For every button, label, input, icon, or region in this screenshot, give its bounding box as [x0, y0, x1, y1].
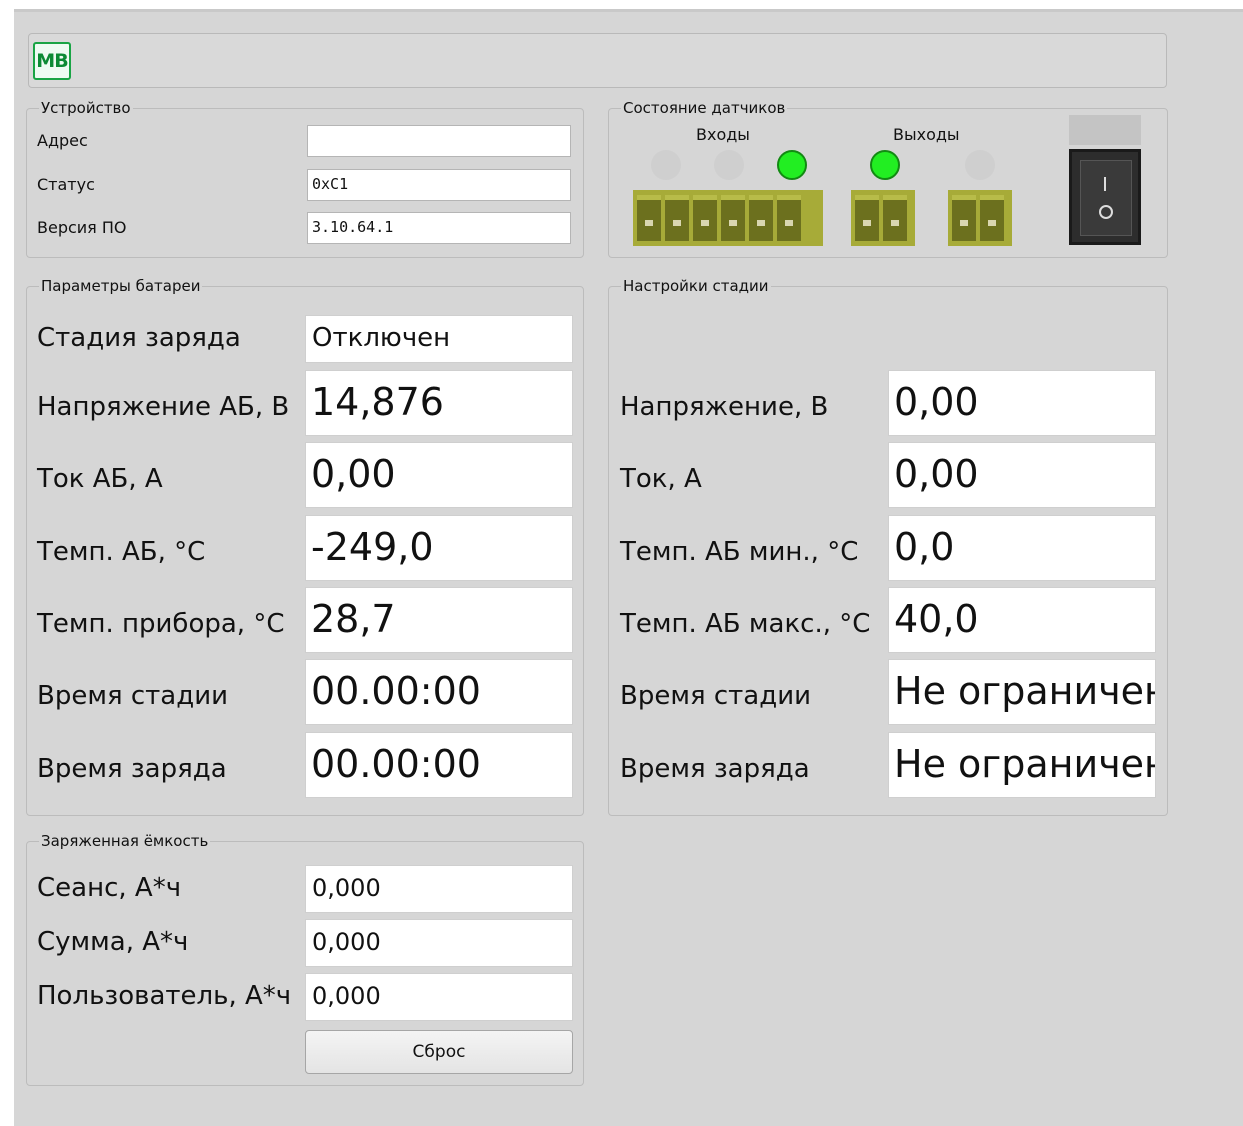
- input-led-1: [651, 150, 681, 180]
- input-connector: [633, 190, 823, 246]
- battery-temp-label: Темп. АБ, °C: [37, 537, 206, 567]
- inputs-label: Входы: [696, 125, 750, 144]
- user-capacity-label: Пользователь, А*ч: [37, 981, 292, 1011]
- capacity-group-title: Заряженная ёмкость: [39, 832, 211, 850]
- device-group-title: Устройство: [39, 99, 133, 117]
- toolbar: MB: [28, 33, 1167, 88]
- output-connector-2: [948, 190, 1012, 246]
- stage-time-field[interactable]: 00.00:00: [305, 659, 573, 725]
- output-connector-1: [851, 190, 915, 246]
- stage-voltage-field[interactable]: 0,00: [888, 370, 1156, 436]
- firmware-version-label: Версия ПО: [37, 218, 127, 237]
- total-capacity-label: Сумма, А*ч: [37, 927, 189, 957]
- power-switch-icon[interactable]: [1069, 149, 1141, 245]
- battery-group-title: Параметры батареи: [39, 277, 203, 295]
- battery-temp-field[interactable]: -249,0: [305, 515, 573, 581]
- max-temp-label: Темп. АБ макс., °C: [620, 609, 871, 639]
- charge-time-label: Время заряда: [37, 754, 227, 784]
- device-temp-label: Темп. прибора, °C: [37, 609, 285, 639]
- switch-rocker[interactable]: [1080, 160, 1132, 236]
- stage-time-limit-label: Время стадии: [620, 681, 812, 711]
- address-label: Адрес: [37, 131, 88, 150]
- min-temp-label: Темп. АБ мин., °C: [620, 537, 859, 567]
- battery-current-label: Ток АБ, А: [37, 464, 163, 494]
- switch-cap: [1069, 115, 1141, 145]
- sensors-group-title: Состояние датчиков: [621, 99, 788, 117]
- charge-stage-field[interactable]: Отключен: [305, 315, 573, 363]
- mb-logo-icon[interactable]: MB: [33, 42, 71, 80]
- session-capacity-field[interactable]: 0,000: [305, 865, 573, 913]
- charge-time-limit-field[interactable]: Не ограничен: [888, 732, 1156, 798]
- status-field[interactable]: 0xC1: [307, 169, 571, 201]
- stage-current-label: Ток, А: [620, 464, 702, 494]
- total-capacity-field[interactable]: 0,000: [305, 919, 573, 967]
- max-temp-field[interactable]: 40,0: [888, 587, 1156, 653]
- stage-voltage-label: Напряжение, В: [620, 392, 829, 422]
- input-led-2: [714, 150, 744, 180]
- stage-current-field[interactable]: 0,00: [888, 442, 1156, 508]
- firmware-version-field[interactable]: 3.10.64.1: [307, 212, 571, 244]
- battery-voltage-label: Напряжение АБ, В: [37, 392, 290, 422]
- output-led-2: [965, 150, 995, 180]
- charge-time-limit-label: Время заряда: [620, 754, 810, 784]
- input-led-3: [777, 150, 807, 180]
- device-temp-field[interactable]: 28,7: [305, 587, 573, 653]
- session-capacity-label: Сеанс, А*ч: [37, 873, 182, 903]
- reset-button[interactable]: Сброс: [305, 1030, 573, 1074]
- user-capacity-field[interactable]: 0,000: [305, 973, 573, 1021]
- outputs-label: Выходы: [893, 125, 960, 144]
- charge-time-field[interactable]: 00.00:00: [305, 732, 573, 798]
- status-label: Статус: [37, 175, 95, 194]
- stage-time-label: Время стадии: [37, 681, 229, 711]
- min-temp-field[interactable]: 0,0: [888, 515, 1156, 581]
- charge-stage-label: Стадия заряда: [37, 323, 241, 353]
- stage-settings-group-title: Настройки стадии: [621, 277, 771, 295]
- battery-current-field[interactable]: 0,00: [305, 442, 573, 508]
- battery-voltage-field[interactable]: 14,876: [305, 370, 573, 436]
- output-led-1: [870, 150, 900, 180]
- address-field[interactable]: [307, 125, 571, 157]
- stage-time-limit-field[interactable]: Не ограничен: [888, 659, 1156, 725]
